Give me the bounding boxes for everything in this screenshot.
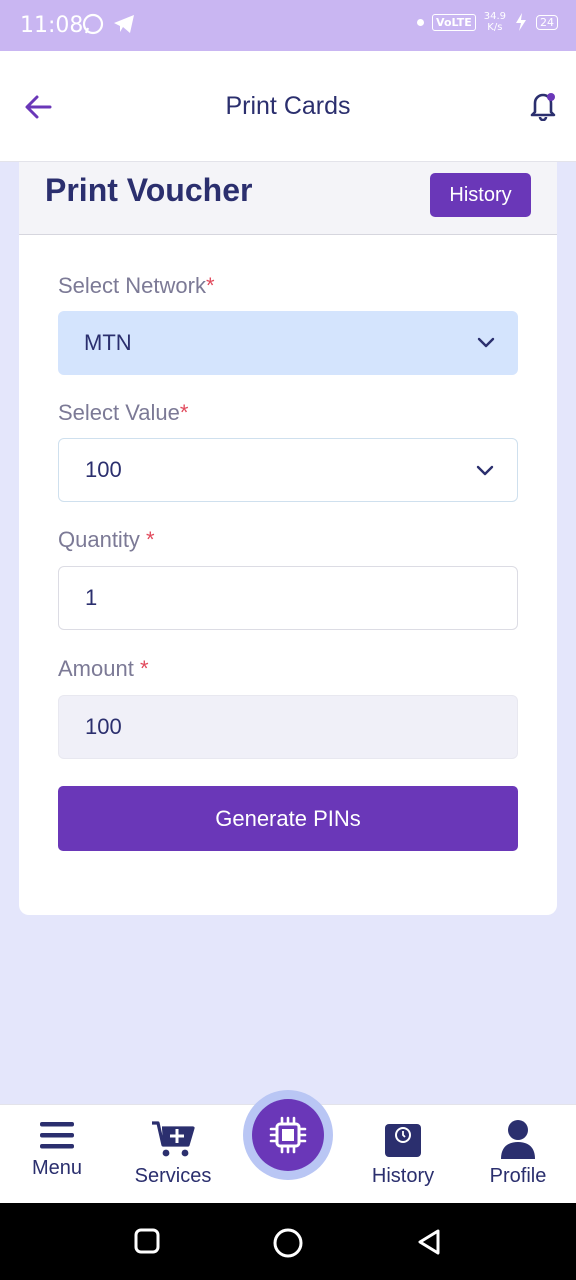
amount-label: Amount * [58, 656, 149, 682]
quantity-label-text: Quantity [58, 527, 147, 552]
volte-badge: VoLTE [432, 13, 476, 31]
value-label: Select Value* [58, 400, 188, 426]
status-indicators: VoLTE 34.9 K/s 24 [417, 11, 558, 33]
status-bar: 11:08 VoLTE 34.9 K/s 24 [0, 0, 576, 51]
network-label-text: Select Network [58, 273, 206, 298]
notification-dot [417, 18, 425, 26]
chip-icon [269, 1116, 307, 1154]
status-time: 11:08 [20, 13, 84, 38]
nav-menu-label: Menu [31, 1157, 83, 1179]
nav-history[interactable]: History [348, 1119, 458, 1188]
nav-profile-label: Profile [489, 1165, 547, 1187]
nav-services-label: Services [134, 1165, 212, 1187]
page-title: Print Cards [225, 92, 351, 120]
speed-value: 34.9 [483, 11, 506, 22]
cart-add-icon [152, 1121, 195, 1157]
nav-menu[interactable]: Menu [2, 1119, 112, 1180]
nav-services[interactable]: Services [118, 1119, 228, 1188]
app-header: Print Cards [0, 51, 576, 162]
center-action-button[interactable] [252, 1099, 324, 1171]
chevron-down-icon [477, 337, 495, 348]
menu-icon [40, 1122, 74, 1149]
amount-field-value: 100 [85, 714, 122, 739]
required-mark: * [179, 400, 189, 425]
system-nav-bar [0, 1203, 576, 1280]
value-select[interactable]: 100 [58, 438, 518, 502]
required-mark: * [205, 273, 215, 298]
speed-unit: K/s [487, 22, 503, 33]
chevron-down-icon [476, 465, 494, 476]
bell-icon[interactable] [528, 89, 558, 121]
card-title: Print Voucher [45, 172, 253, 208]
required-mark: * [139, 656, 149, 681]
network-select[interactable]: MTN [58, 311, 518, 375]
required-mark: * [146, 527, 155, 552]
battery-level: 24 [536, 14, 558, 30]
quantity-input[interactable]: 1 [58, 566, 518, 630]
whatsapp-icon [82, 13, 104, 35]
charging-icon [516, 13, 526, 31]
amount-label-text: Amount [58, 656, 140, 681]
back-triangle-icon[interactable] [414, 1227, 444, 1257]
print-voucher-card: Print Voucher History Select Network* MT… [19, 162, 557, 915]
network-speed: 34.9 K/s [484, 11, 506, 33]
telegram-icon [114, 15, 134, 33]
home-icon[interactable] [272, 1227, 304, 1259]
quantity-input-value: 1 [85, 585, 98, 610]
nav-profile[interactable]: Profile [463, 1119, 573, 1188]
value-label-text: Select Value [58, 400, 180, 425]
value-select-value: 100 [85, 457, 122, 482]
card-header: Print Voucher History [19, 162, 557, 235]
quantity-label: Quantity * [58, 527, 155, 553]
nav-history-label: History [371, 1165, 435, 1187]
generate-pins-button[interactable]: Generate PINs [58, 786, 518, 851]
network-label: Select Network* [58, 273, 215, 299]
history-clock-icon [385, 1124, 421, 1157]
recent-apps-icon[interactable] [133, 1227, 161, 1255]
amount-field: 100 [58, 695, 518, 759]
network-select-value: MTN [84, 330, 132, 355]
history-button[interactable]: History [430, 173, 531, 217]
person-icon [501, 1120, 535, 1159]
